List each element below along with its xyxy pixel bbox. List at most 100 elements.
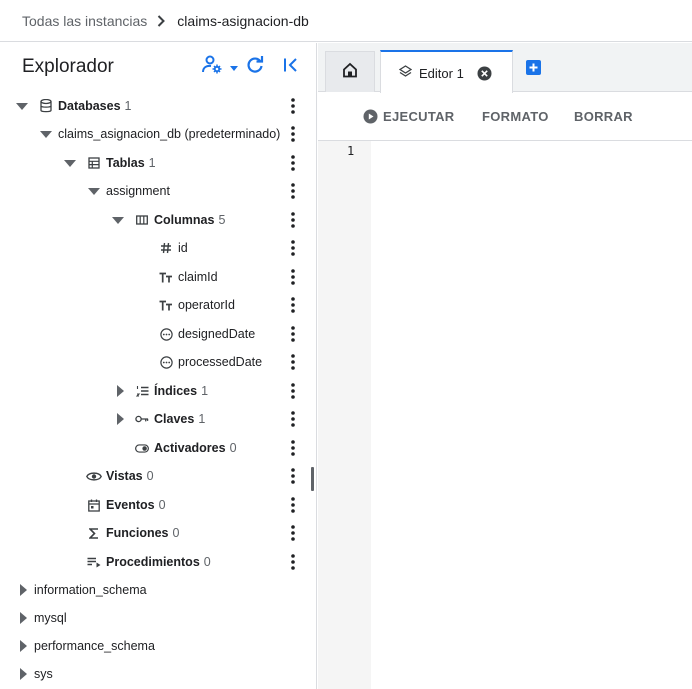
tab-editor-1[interactable]: Editor 1: [380, 50, 513, 93]
procedures-label: Procedimientos: [106, 555, 200, 569]
tab-home[interactable]: [325, 51, 375, 92]
tree-node-views[interactable]: Vistas 0: [0, 462, 317, 490]
format-label: FORMATO: [482, 109, 549, 124]
run-button[interactable]: EJECUTAR: [363, 109, 455, 124]
columns-label: Columnas: [154, 213, 215, 227]
caret-collapsed-icon[interactable]: [114, 413, 126, 425]
databases-count: 1: [124, 99, 132, 113]
column-name-label: processedDate: [178, 355, 263, 369]
caret-expanded-icon[interactable]: [112, 214, 124, 226]
explorer-panel: Explorador Databases 1 claims_asignacion…: [0, 43, 317, 689]
caret-collapsed-icon[interactable]: [114, 385, 126, 397]
plus-icon: [529, 59, 538, 77]
database-name-label: performance_schema: [34, 639, 155, 653]
more-vert-icon[interactable]: [287, 381, 299, 401]
more-vert-icon[interactable]: [287, 267, 299, 287]
tree-node-database[interactable]: sys: [0, 660, 317, 688]
table-name-label: assignment: [106, 184, 170, 198]
tree-node-procedures[interactable]: Procedimientos 0: [0, 548, 317, 576]
caret-collapsed-icon[interactable]: [17, 640, 29, 652]
more-vert-icon[interactable]: [287, 438, 299, 458]
tree-node-column[interactable]: claimId: [0, 263, 317, 291]
tree-node-databases[interactable]: Databases 1: [0, 92, 317, 120]
datetime-icon: [159, 355, 173, 369]
more-vert-icon[interactable]: [287, 295, 299, 315]
tree-node-column[interactable]: id: [0, 234, 317, 262]
caret-collapsed-icon[interactable]: [17, 668, 29, 680]
tree-node-functions[interactable]: Funciones 0: [0, 519, 317, 547]
views-label: Vistas: [106, 469, 143, 483]
tree-node-database[interactable]: information_schema: [0, 576, 317, 604]
explorer-header: Explorador: [0, 43, 317, 91]
tree-node-column[interactable]: operatorId: [0, 291, 317, 319]
tree-node-tables[interactable]: Tablas 1: [0, 149, 317, 177]
refresh-icon: [246, 55, 264, 79]
caret-expanded-icon[interactable]: [88, 185, 100, 197]
tree-label: Procedimientos 0: [106, 555, 211, 569]
editor-panel: Editor 1 EJECUTAR FORMATO BORRAR 1: [318, 43, 692, 689]
table-icon: [87, 156, 101, 170]
column-name-label: claimId: [178, 270, 218, 284]
caret-expanded-icon[interactable]: [64, 157, 76, 169]
tree-node-events[interactable]: Eventos 0: [0, 491, 317, 519]
add-tab-button[interactable]: [526, 60, 541, 75]
database-name-label: sys: [34, 667, 53, 681]
tree-label: Tablas 1: [106, 156, 156, 170]
editor-toolbar: EJECUTAR FORMATO BORRAR: [318, 92, 692, 141]
person-settings-button[interactable]: [202, 55, 238, 79]
more-vert-icon[interactable]: [287, 124, 299, 144]
caret-collapsed-icon[interactable]: [17, 584, 29, 596]
columns-icon: [135, 213, 149, 227]
line-number-gutter: 1: [318, 141, 371, 689]
format-button[interactable]: FORMATO: [482, 109, 549, 124]
person-settings-icon: [202, 55, 224, 80]
more-vert-icon[interactable]: [287, 409, 299, 429]
more-vert-icon[interactable]: [287, 552, 299, 572]
tree-label: Activadores 0: [154, 441, 237, 455]
tree-node-indices[interactable]: Índices 1: [0, 377, 317, 405]
sigma-icon: [87, 526, 101, 540]
tree-node-columns[interactable]: Columnas 5: [0, 206, 317, 234]
more-vert-icon[interactable]: [287, 181, 299, 201]
more-vert-icon[interactable]: [287, 96, 299, 116]
functions-count: 0: [172, 526, 180, 540]
events-count: 0: [158, 498, 166, 512]
tree-node-column[interactable]: processedDate: [0, 348, 317, 376]
tree-node-database[interactable]: mysql: [0, 604, 317, 632]
procedures-count: 0: [203, 555, 211, 569]
breadcrumb: Todas las instancias claims-asignacion-d…: [0, 0, 692, 42]
more-vert-icon[interactable]: [287, 153, 299, 173]
tree-node-column[interactable]: designedDate: [0, 320, 317, 348]
collapse-explorer-button[interactable]: [283, 55, 299, 79]
tree-label: Índices 1: [154, 384, 208, 398]
tree-node-database[interactable]: performance_schema: [0, 632, 317, 660]
tree-node-database-claims[interactable]: claims_asignacion_db (predeterminado): [0, 120, 317, 148]
caret-expanded-icon[interactable]: [16, 100, 28, 112]
more-vert-icon[interactable]: [287, 466, 299, 486]
more-vert-icon[interactable]: [287, 495, 299, 515]
tables-label: Tablas: [106, 156, 145, 170]
tree-node-keys[interactable]: Claves 1: [0, 405, 317, 433]
clear-button[interactable]: BORRAR: [574, 109, 633, 124]
breadcrumb-all-instances-link[interactable]: Todas las instancias: [22, 13, 147, 29]
collapse-panel-icon: [283, 57, 299, 78]
chevron-right-icon: [157, 14, 166, 27]
tree-node-table-assignment[interactable]: assignment: [0, 177, 317, 205]
editor-tab-bar: Editor 1: [318, 43, 692, 93]
close-tab-icon[interactable]: [477, 66, 492, 81]
more-vert-icon[interactable]: [287, 210, 299, 230]
refresh-button[interactable]: [246, 55, 264, 79]
more-vert-icon[interactable]: [287, 352, 299, 372]
tables-count: 1: [148, 156, 156, 170]
more-vert-icon[interactable]: [287, 238, 299, 258]
sql-code-input[interactable]: [371, 141, 692, 689]
tree-node-triggers[interactable]: Activadores 0: [0, 434, 317, 462]
functions-label: Funciones: [106, 526, 169, 540]
panel-resize-handle[interactable]: [311, 467, 314, 491]
playlist-play-icon: [87, 555, 101, 569]
more-vert-icon[interactable]: [287, 324, 299, 344]
views-count: 0: [146, 469, 154, 483]
caret-collapsed-icon[interactable]: [17, 612, 29, 624]
more-vert-icon[interactable]: [287, 523, 299, 543]
caret-expanded-icon[interactable]: [40, 128, 52, 140]
